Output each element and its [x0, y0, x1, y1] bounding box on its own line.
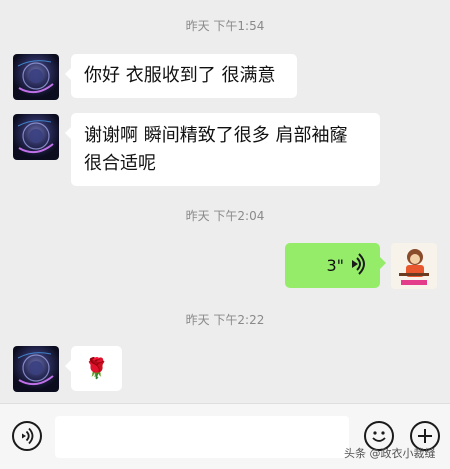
- message-text: 你好 衣服收到了 很满意: [84, 65, 276, 86]
- timestamp: 昨天 下午2:04: [185, 209, 265, 223]
- rose-emoji: 🌹: [84, 356, 109, 380]
- contact-avatar[interactable]: [13, 346, 59, 392]
- watermark: 头条 @政衣小裁缝: [344, 447, 436, 460]
- contact-avatar[interactable]: [13, 54, 59, 100]
- timestamp: 昨天 下午1:54: [185, 19, 265, 33]
- contact-avatar[interactable]: [13, 114, 59, 160]
- self-avatar[interactable]: [391, 243, 437, 289]
- message-text: 很合适呢: [84, 153, 156, 174]
- voice-message-bubble[interactable]: 3": [285, 243, 386, 288]
- message-input[interactable]: [55, 416, 349, 458]
- voice-mode-icon[interactable]: [12, 421, 42, 451]
- voice-duration: 3": [326, 256, 344, 275]
- message-bubble[interactable]: 🌹: [65, 346, 122, 391]
- timestamp: 昨天 下午2:22: [185, 313, 265, 327]
- message-bubble[interactable]: 谢谢啊 瞬间精致了很多 肩部袖窿 很合适呢: [65, 113, 380, 186]
- voice-wave-icon: [348, 251, 366, 286]
- message-bubble[interactable]: 你好 衣服收到了 很满意: [65, 54, 297, 98]
- message-text: 谢谢啊 瞬间精致了很多 肩部袖窿: [84, 125, 348, 146]
